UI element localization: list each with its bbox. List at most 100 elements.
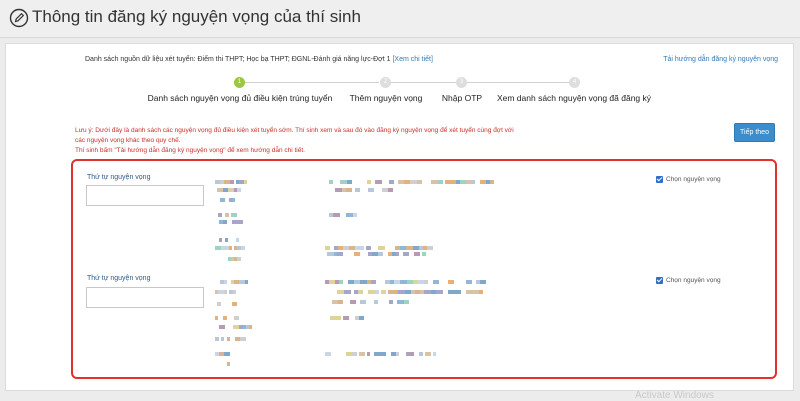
redacted-pixel	[346, 213, 353, 217]
notice-text: Lưu ý: Dưới đây là danh sách các nguyện …	[75, 126, 550, 156]
checkbox-checked-icon[interactable]	[656, 176, 663, 183]
redacted-pixel	[223, 316, 227, 320]
redacted-pixel	[409, 352, 414, 356]
wizard-connector	[390, 82, 456, 83]
redacted-pixel	[404, 300, 409, 304]
redacted-pixel	[337, 252, 343, 256]
redacted-pixel	[438, 180, 443, 184]
redacted-pixel	[425, 352, 431, 356]
redacted-pixel	[333, 213, 340, 217]
redacted-pixel	[375, 180, 382, 184]
redacted-pixel	[358, 290, 363, 294]
step-2-dot: 2	[380, 77, 391, 88]
redacted-pixel	[490, 180, 494, 184]
redacted-pixel	[225, 213, 229, 217]
redacted-pixel	[221, 337, 224, 341]
wizard-connector	[244, 82, 379, 83]
redacted-pixel	[398, 290, 405, 294]
redacted-pixel	[366, 246, 371, 250]
redacted-pixel	[343, 316, 349, 320]
redacted-pixel	[351, 352, 357, 356]
redacted-pixel	[433, 280, 439, 284]
redacted-pixel	[232, 302, 237, 306]
view-details-link[interactable]: [Xem chi tiết]	[392, 56, 432, 63]
priority-input[interactable]	[86, 287, 204, 308]
redacted-pixel	[436, 290, 443, 294]
redacted-pixel	[360, 300, 366, 304]
step-2-label[interactable]: Thêm nguyện vọng	[350, 93, 423, 103]
redacted-pixel	[381, 290, 386, 294]
redacted-pixel	[230, 180, 234, 184]
choose-aspiration-label: Chọn nguyện vọng	[666, 176, 721, 183]
checkbox-checked-icon[interactable]	[656, 277, 663, 284]
download-guide-link[interactable]: Tải hướng dẫn đăng ký nguyện vọng	[663, 56, 778, 63]
notice-line: các nguyện vọng khác theo quy chế.	[75, 137, 181, 144]
redacted-pixel	[347, 180, 352, 184]
redacted-pixel	[479, 290, 483, 294]
redacted-pixel	[336, 316, 341, 320]
page-header: Thông tin đăng ký nguyện vọng của thí si…	[0, 0, 800, 38]
step-4-label[interactable]: Xem danh sách nguyện vọng đã đăng ký	[497, 93, 651, 103]
step-1-dot: 1	[234, 77, 245, 88]
redacted-pixel	[466, 280, 472, 284]
priority-input[interactable]	[86, 185, 204, 206]
redacted-pixel	[237, 257, 241, 261]
redacted-pixel	[353, 213, 357, 217]
redacted-pixel	[225, 238, 228, 242]
redacted-pixel	[417, 280, 424, 284]
redacted-pixel	[368, 188, 374, 192]
redacted-pixel	[217, 302, 221, 306]
redacted-pixel	[359, 246, 364, 250]
step-3-label[interactable]: Nhập OTP	[442, 93, 482, 103]
redacted-pixel	[354, 252, 360, 256]
redacted-pixel	[219, 325, 225, 329]
redacted-pixel	[220, 198, 225, 202]
redacted-pixel	[236, 238, 239, 242]
redacted-pixel	[380, 352, 386, 356]
redacted-pixel	[355, 188, 360, 192]
redacted-pixel	[417, 180, 422, 184]
step-1-label[interactable]: Danh sách nguyện vọng đủ điều kiện trúng…	[148, 93, 333, 103]
redacted-pixel	[338, 300, 343, 304]
redacted-pixel	[223, 220, 227, 224]
redacted-pixel	[359, 352, 365, 356]
redacted-pixel	[367, 352, 370, 356]
redacted-pixel	[472, 290, 479, 294]
page-title: Thông tin đăng ký nguyện vọng của thí si…	[32, 7, 361, 26]
redacted-pixel	[359, 316, 364, 320]
redacted-pixel	[427, 246, 433, 250]
redacted-pixel	[340, 180, 347, 184]
redacted-pixel	[346, 188, 352, 192]
priority-label: Thứ tự nguyện vọng	[87, 174, 151, 181]
step-4-dot: 4	[569, 77, 580, 88]
choose-aspiration-option[interactable]: Chọn nguyện vọng	[656, 176, 721, 183]
redacted-pixel	[410, 180, 417, 184]
redacted-pixel	[232, 198, 235, 202]
priority-label: Thứ tự nguyện vọng	[87, 275, 151, 282]
redacted-pixel	[403, 252, 409, 256]
redacted-pixel	[424, 280, 428, 284]
redacted-pixel	[378, 246, 385, 250]
next-button[interactable]: Tiếp theo	[734, 123, 775, 142]
redacted-pixel	[375, 290, 379, 294]
redacted-pixel	[249, 325, 252, 329]
redacted-pixel	[480, 280, 486, 284]
redacted-pixel	[422, 252, 426, 256]
redacted-pixel	[374, 300, 378, 304]
notice-line: Thí sinh bấm "Tải hướng dẫn đăng ký nguy…	[75, 147, 305, 154]
redacted-pixel	[350, 300, 356, 304]
redacted-pixel	[389, 180, 394, 184]
redacted-pixel	[241, 246, 245, 250]
redacted-pixel	[419, 352, 423, 356]
redacted-pixel	[224, 280, 227, 284]
choose-aspiration-label: Chọn nguyện vọng	[666, 277, 721, 284]
choose-aspiration-option[interactable]: Chọn nguyện vọng	[656, 277, 721, 284]
redacted-pixel	[339, 280, 343, 284]
redacted-pixel	[240, 337, 246, 341]
redacted-pixel	[424, 290, 431, 294]
edit-icon	[9, 8, 29, 28]
redacted-pixel	[396, 352, 399, 356]
redacted-pixel	[433, 352, 436, 356]
redacted-pixel	[231, 213, 237, 217]
redacted-pixel	[325, 246, 330, 250]
